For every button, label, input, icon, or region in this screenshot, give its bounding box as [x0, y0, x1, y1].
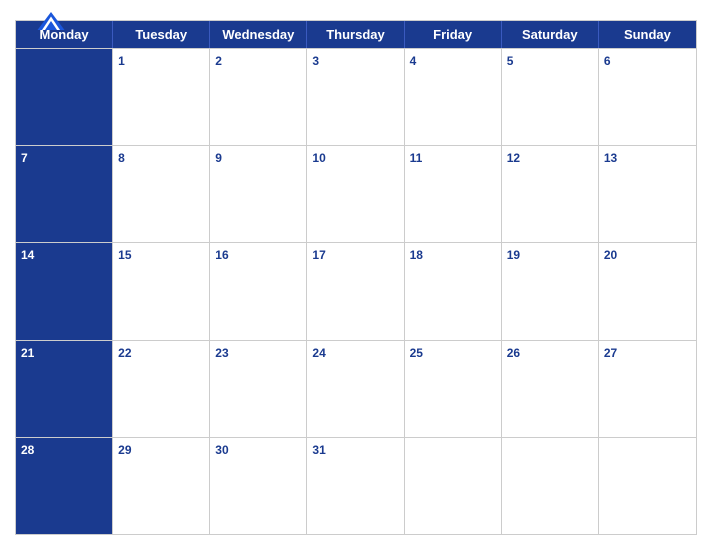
day-cell-20: 20 [599, 243, 696, 339]
day-cell-1: 1 [113, 49, 210, 145]
day-number: 25 [410, 346, 423, 360]
week-row-1: 1 2 3 4 5 6 [16, 48, 696, 145]
day-cell-5: 5 [502, 49, 599, 145]
day-cell-14: 14 [16, 243, 113, 339]
day-cell-16: 16 [210, 243, 307, 339]
day-number: 4 [410, 54, 417, 68]
day-cell-9: 9 [210, 146, 307, 242]
day-cell-19: 19 [502, 243, 599, 339]
day-cell-29: 29 [113, 438, 210, 534]
day-number: 14 [21, 248, 34, 262]
day-cell-28: 28 [16, 438, 113, 534]
day-cell-31: 31 [307, 438, 404, 534]
day-cell-17: 17 [307, 243, 404, 339]
day-number: 1 [118, 54, 125, 68]
day-cell-2: 2 [210, 49, 307, 145]
calendar-weeks: 1234567891011121314151617181920212223242… [16, 48, 696, 534]
day-cell-26: 26 [502, 341, 599, 437]
day-cell-30: 30 [210, 438, 307, 534]
day-cell-empty-5 [502, 438, 599, 534]
day-cell-13: 13 [599, 146, 696, 242]
generalblue-logo [15, 10, 87, 34]
day-cell-6: 6 [599, 49, 696, 145]
day-number: 10 [312, 151, 325, 165]
day-header-thursday: Thursday [307, 21, 404, 48]
logo-icon [36, 10, 66, 32]
day-number: 11 [410, 151, 423, 165]
day-cell-empty-0 [16, 49, 113, 145]
day-cell-22: 22 [113, 341, 210, 437]
day-cell-21: 21 [16, 341, 113, 437]
calendar-grid: MondayTuesdayWednesdayThursdayFridaySatu… [15, 20, 697, 535]
day-number: 12 [507, 151, 520, 165]
day-number: 26 [507, 346, 520, 360]
day-headers-row: MondayTuesdayWednesdayThursdayFridaySatu… [16, 21, 696, 48]
day-number: 18 [410, 248, 423, 262]
day-number: 29 [118, 443, 131, 457]
day-cell-3: 3 [307, 49, 404, 145]
day-cell-11: 11 [405, 146, 502, 242]
week-row-4: 21 22 23 24 25 26 27 [16, 340, 696, 437]
day-cell-empty-6 [599, 438, 696, 534]
day-number: 22 [118, 346, 131, 360]
day-number: 7 [21, 151, 28, 165]
day-cell-23: 23 [210, 341, 307, 437]
day-number: 3 [312, 54, 319, 68]
day-number: 28 [21, 443, 34, 457]
calendar-page: MondayTuesdayWednesdayThursdayFridaySatu… [0, 0, 712, 550]
day-cell-7: 7 [16, 146, 113, 242]
day-number: 19 [507, 248, 520, 262]
day-cell-15: 15 [113, 243, 210, 339]
day-number: 16 [215, 248, 228, 262]
day-cell-8: 8 [113, 146, 210, 242]
week-row-3: 14 15 16 17 18 19 20 [16, 242, 696, 339]
day-number: 6 [604, 54, 611, 68]
day-number: 5 [507, 54, 514, 68]
day-number: 30 [215, 443, 228, 457]
day-number: 13 [604, 151, 617, 165]
day-number: 27 [604, 346, 617, 360]
day-cell-18: 18 [405, 243, 502, 339]
day-cell-24: 24 [307, 341, 404, 437]
day-number: 17 [312, 248, 325, 262]
day-header-wednesday: Wednesday [210, 21, 307, 48]
day-cell-empty-4 [405, 438, 502, 534]
day-number: 21 [21, 346, 34, 360]
day-header-friday: Friday [405, 21, 502, 48]
day-number: 23 [215, 346, 228, 360]
calendar-header [15, 10, 697, 14]
day-header-tuesday: Tuesday [113, 21, 210, 48]
day-cell-25: 25 [405, 341, 502, 437]
day-number: 15 [118, 248, 131, 262]
day-header-sunday: Sunday [599, 21, 696, 48]
day-cell-4: 4 [405, 49, 502, 145]
day-header-saturday: Saturday [502, 21, 599, 48]
day-cell-27: 27 [599, 341, 696, 437]
day-number: 31 [312, 443, 325, 457]
day-number: 2 [215, 54, 222, 68]
day-cell-10: 10 [307, 146, 404, 242]
day-number: 24 [312, 346, 325, 360]
week-row-2: 7 8 9 10 11 12 13 [16, 145, 696, 242]
day-cell-12: 12 [502, 146, 599, 242]
day-number: 9 [215, 151, 222, 165]
week-row-5: 28 29 30 31 [16, 437, 696, 534]
day-number: 20 [604, 248, 617, 262]
day-number: 8 [118, 151, 125, 165]
